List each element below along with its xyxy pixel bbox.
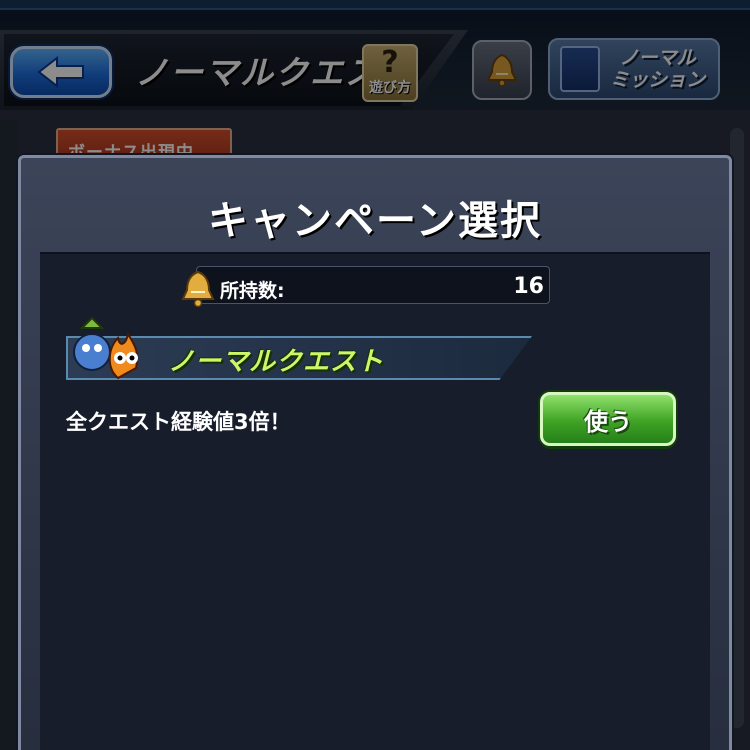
bell-icon bbox=[181, 270, 215, 308]
use-button[interactable]: 使う bbox=[540, 392, 676, 446]
owned-count: 16 bbox=[513, 274, 544, 299]
modal-title: キャンペーン選択 bbox=[208, 198, 542, 244]
owned-label: 所持数: bbox=[220, 280, 285, 302]
campaign-name: ノーマルクエスト bbox=[168, 347, 385, 377]
campaign-description: 全クエスト経験値3倍！ bbox=[66, 410, 291, 434]
monster-characters-icon bbox=[73, 316, 139, 380]
